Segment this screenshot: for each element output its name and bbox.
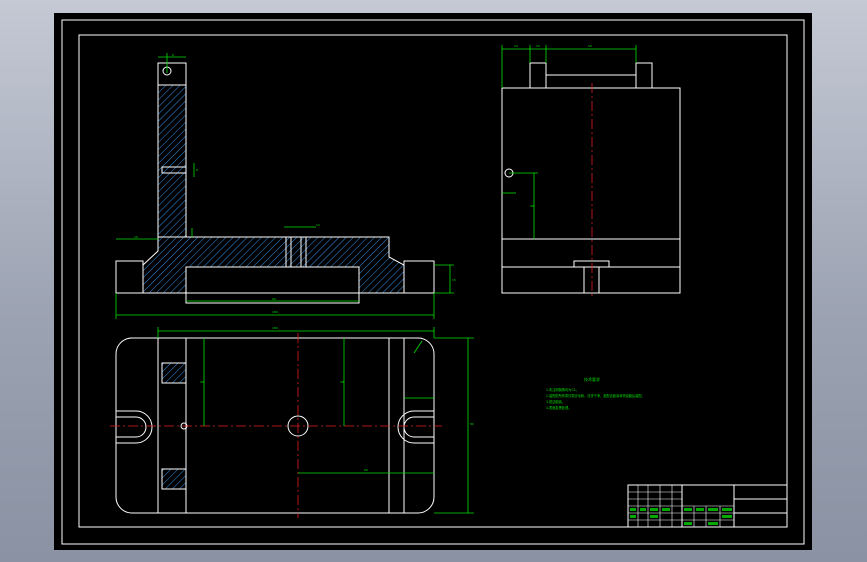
notes-title: 技术要求 <box>584 376 600 382</box>
note-3: 3.锐边倒钝。 <box>546 399 565 404</box>
dim-base-inner: 90 <box>272 297 276 301</box>
dim-base-overall: 180 <box>272 310 278 314</box>
dim-top-span: 50 <box>588 44 592 48</box>
dim-plan-height: 80 <box>470 422 474 426</box>
dim-pin: 6 <box>172 53 174 57</box>
note-4: 4.表面发黑处理。 <box>546 405 571 410</box>
side-view: 10 10 50 40 <box>501 44 681 298</box>
front-section-view: 180 90 10 15 12 6 8 <box>115 53 456 319</box>
cad-drawing-canvas: 180 90 10 15 12 6 8 10 10 50 40 180 80 3… <box>61 19 805 545</box>
dim-rib: 10 <box>134 235 138 239</box>
dim-side-small: 8 <box>196 168 198 172</box>
title-block <box>627 484 788 528</box>
dim-plan-overall: 180 <box>272 326 278 330</box>
dim-side-height: 40 <box>530 204 534 208</box>
dim-plan-short-2: 30 <box>340 380 344 384</box>
note-1: 1.未注明倒角均为C1。 <box>546 387 579 392</box>
technical-notes: 技术要求 1.未注明倒角均为C1。 2.装配前所有零件需去毛刺，清洗干净，各配合… <box>546 376 645 410</box>
dim-plan-short: 30 <box>200 380 204 384</box>
cad-viewport[interactable]: 180 90 10 15 12 6 8 10 10 50 40 180 80 3… <box>54 13 812 550</box>
dim-edge: 15 <box>452 278 456 282</box>
dim-slot: 12 <box>316 223 320 227</box>
dim-top-left-1: 10 <box>514 44 518 48</box>
note-2: 2.装配前所有零件需去毛刺，清洗干净，各配合面涂润滑油脂后装配。 <box>546 393 645 398</box>
plan-view: 180 80 30 30 60 <box>110 326 474 518</box>
dim-top-left-2: 10 <box>536 44 540 48</box>
dim-plan-inner: 60 <box>364 468 368 472</box>
